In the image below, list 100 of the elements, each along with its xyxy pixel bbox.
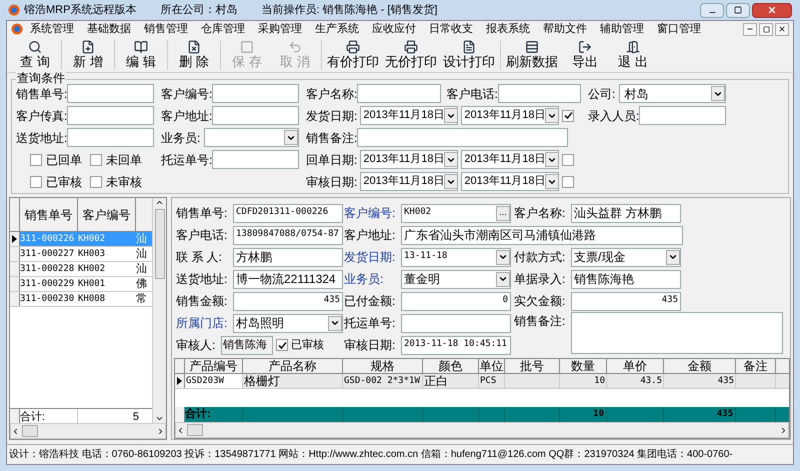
column-header[interactable]: 单位	[479, 359, 505, 373]
checkbox[interactable]	[562, 154, 574, 166]
mdi-restore-button[interactable]	[759, 22, 773, 36]
column-header[interactable]: 数量	[560, 359, 607, 373]
checkbox[interactable]	[90, 154, 102, 166]
select-field[interactable]: 董金明	[401, 270, 511, 288]
toolbar-button[interactable]: 新 增	[64, 40, 112, 70]
scrollbar-thumb[interactable]	[154, 209, 164, 279]
input-field[interactable]	[498, 84, 581, 103]
toolbar-button[interactable]: 导出	[561, 40, 609, 70]
input-field[interactable]: 2013-11-18 10:45:11	[401, 336, 511, 354]
input-field[interactable]	[401, 314, 511, 332]
column-header[interactable]: 规格	[343, 359, 423, 373]
input-field[interactable]: 广东省汕头市潮南区司马浦镇仙港路	[401, 226, 683, 244]
date-picker[interactable]: 2013年11月18日	[360, 150, 458, 169]
horizontal-scrollbar[interactable]	[175, 422, 789, 438]
column-header[interactable]: 单价	[607, 359, 664, 373]
menu-item[interactable]: 仓库管理	[195, 20, 251, 38]
input-field[interactable]	[67, 84, 154, 103]
vertical-scrollbar[interactable]	[152, 198, 166, 423]
horizontal-scrollbar[interactable]	[10, 423, 166, 439]
input-field[interactable]: 13809847088/0754-87	[233, 226, 343, 244]
input-field[interactable]	[357, 84, 440, 103]
column-header[interactable]: 备注	[736, 359, 776, 373]
close-button[interactable]	[752, 2, 792, 18]
toolbar-button[interactable]: 有价打印	[324, 40, 382, 70]
scrollbar-thumb[interactable]	[22, 425, 38, 437]
memo-field[interactable]	[571, 312, 783, 354]
input-field[interactable]: 方林鹏	[233, 248, 343, 266]
menu-item[interactable]: 日常收支	[423, 20, 479, 38]
table-row[interactable]: 311-000230 KH008 常	[10, 292, 152, 307]
menu-item[interactable]: 辅助管理	[594, 20, 650, 38]
date-picker[interactable]: 2013年11月18日	[461, 150, 560, 169]
select-field[interactable]	[204, 128, 299, 147]
checkbox[interactable]	[562, 110, 574, 122]
toolbar-button[interactable]: 查 询	[11, 40, 59, 70]
toolbar-button[interactable]: 删 除	[170, 40, 218, 70]
toolbar-button[interactable]: 刷新数据	[503, 40, 561, 70]
input-field[interactable]: 汕头益群 方林鹏	[571, 204, 681, 222]
input-field[interactable]: 0	[401, 292, 511, 310]
input-field[interactable]: 销售陈海艳	[571, 270, 681, 288]
input-field[interactable]	[212, 84, 299, 103]
dropdown-button[interactable]	[496, 272, 510, 286]
checkbox[interactable]	[30, 176, 42, 188]
toolbar-button[interactable]: 编 辑	[117, 40, 165, 70]
column-header[interactable]: 产品名称	[243, 359, 343, 373]
toolbar-button[interactable]: 无价打印	[382, 40, 440, 70]
column-header[interactable]: 批号	[505, 359, 560, 373]
select-field[interactable]: 村岛	[619, 84, 726, 103]
date-picker[interactable]: 2013年11月18日	[461, 106, 560, 125]
input-field[interactable]: 博一物流22111324	[233, 270, 343, 288]
input-field[interactable]: 435	[571, 292, 681, 310]
menu-item[interactable]: 基础数据	[81, 20, 137, 38]
menu-item[interactable]: 采购管理	[252, 20, 308, 38]
menu-item[interactable]: 生产系统	[309, 20, 365, 38]
column-header[interactable]: 产品编号	[185, 359, 243, 373]
date-picker[interactable]: 2013年11月18日	[360, 172, 458, 191]
menu-item[interactable]: 帮助文件	[537, 20, 593, 38]
input-field[interactable]	[357, 128, 568, 147]
menu-item[interactable]: 系统管理	[24, 20, 80, 38]
checkbox[interactable]	[30, 154, 42, 166]
menu-item[interactable]: 销售管理	[138, 20, 194, 38]
menu-item[interactable]: 窗口管理	[651, 20, 707, 38]
dropdown-button[interactable]	[545, 152, 560, 167]
input-field[interactable]	[639, 106, 726, 125]
dropdown-button[interactable]	[444, 108, 458, 123]
input-field[interactable]	[67, 128, 154, 147]
select-field[interactable]: 13-11-18	[401, 248, 511, 266]
menu-item[interactable]: 报表系统	[480, 20, 536, 38]
table-row[interactable]: 311-000229 KH001 佛	[10, 277, 152, 292]
column-header[interactable]: 销售单号	[20, 198, 78, 231]
dropdown-button[interactable]	[545, 174, 560, 189]
input-field[interactable]	[67, 106, 154, 125]
mdi-minimize-button[interactable]	[743, 22, 757, 36]
checkbox[interactable]	[276, 339, 288, 351]
maximize-button[interactable]	[726, 2, 750, 18]
checkbox[interactable]	[562, 176, 574, 188]
menu-item[interactable]: 应收应付	[366, 20, 422, 38]
checkbox[interactable]	[90, 176, 102, 188]
dropdown-button[interactable]	[711, 86, 725, 101]
column-header[interactable]: 颜色	[423, 359, 479, 373]
input-field[interactable]: CDFD201311-000226	[233, 204, 343, 222]
dropdown-button[interactable]	[444, 174, 458, 189]
dropdown-button[interactable]	[328, 316, 342, 330]
row-header[interactable]	[10, 232, 20, 246]
dropdown-button[interactable]	[545, 108, 560, 123]
dropdown-button[interactable]	[496, 250, 510, 264]
dropdown-button[interactable]	[284, 130, 298, 145]
dropdown-button[interactable]	[444, 152, 458, 167]
scrollbar-thumb[interactable]	[187, 424, 203, 436]
select-field[interactable]: 村岛照明	[233, 314, 343, 332]
table-row[interactable]: 311-000227 KH003 汕	[10, 247, 152, 262]
row-header[interactable]	[175, 374, 185, 388]
lookup-field[interactable]: KH002 ...	[401, 204, 511, 222]
mdi-close-button[interactable]	[775, 22, 789, 36]
column-header[interactable]: 金额	[664, 359, 736, 373]
toolbar-button[interactable]: 退 出	[609, 40, 657, 70]
select-field[interactable]: 支票/现金	[571, 248, 681, 266]
date-picker[interactable]: 2013年11月18日	[360, 106, 458, 125]
toolbar-button[interactable]: 设计打印	[440, 40, 498, 70]
